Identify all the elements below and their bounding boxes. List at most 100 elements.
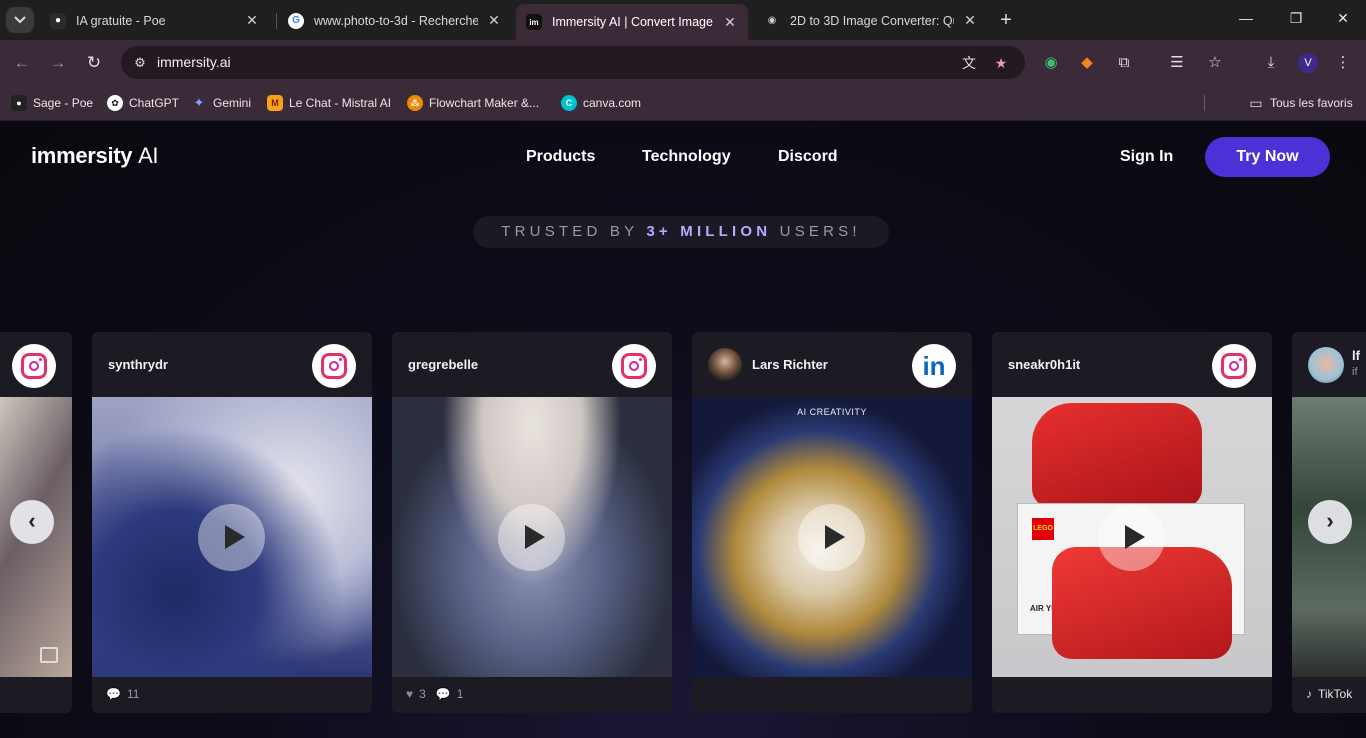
tab-title: 2D to 3D Image Converter: Quick (790, 13, 954, 28)
card-footer: ♥ 3 💬 1 (406, 687, 463, 701)
tab-title: Immersity AI | Convert Image and Video (552, 15, 714, 29)
card-username: gregrebelle (408, 357, 479, 372)
tab-search-button[interactable] (6, 7, 34, 33)
canva-icon: C (561, 95, 577, 111)
folder-icon: ▭ (1249, 94, 1263, 111)
bookmark-star-icon[interactable]: ★ (991, 53, 1011, 73)
chevron-down-icon (14, 16, 26, 24)
showcase-card[interactable]: Lars Richter in AI CREATIVITY (692, 332, 972, 713)
minimize-icon[interactable]: — (1236, 10, 1256, 26)
carousel-next-button[interactable]: › (1308, 500, 1352, 544)
nav-discord[interactable]: Discord (778, 148, 838, 166)
nav-products[interactable]: Products (526, 148, 595, 166)
gemini-icon: ✦ (193, 95, 205, 110)
card-media[interactable] (92, 397, 372, 677)
close-icon[interactable]: ✕ (244, 12, 260, 29)
showcase-card[interactable]: gregrebelle ♥ 3 💬 1 (392, 332, 672, 713)
chevron-left-icon: ‹ (28, 508, 36, 533)
restore-icon[interactable]: ❐ (1286, 10, 1306, 27)
bookmark-label: Flowchart Maker &... (429, 96, 540, 110)
bookmark-label: Tous les favoris (1270, 96, 1353, 110)
comment-icon: 💬 (106, 687, 121, 701)
chevron-right-icon: › (1326, 508, 1334, 533)
menu-kebab-icon[interactable]: ⋮ (1333, 53, 1353, 73)
card-media[interactable]: LEGO AIR YEEZY 2 (992, 397, 1272, 677)
reload-icon[interactable]: ↻ (83, 52, 105, 74)
play-icon[interactable] (198, 504, 265, 571)
bookmarks-bar: ● Sage - Poe ✿ ChatGPT ✦ Gemini M Le Cha… (0, 85, 1366, 121)
forward-icon[interactable]: → (47, 52, 69, 74)
all-bookmarks-folder[interactable]: ▭ Tous les favoris (1248, 94, 1353, 112)
card-username: lf (1352, 348, 1360, 363)
profile-avatar[interactable]: V (1298, 53, 1318, 73)
poe-icon: ● (11, 95, 27, 111)
card-footer: 💬 11 (106, 687, 139, 701)
bookmark-divider (1204, 95, 1205, 111)
reading-list-icon[interactable]: ☰ (1167, 53, 1187, 73)
lego-logo: LEGO (1032, 518, 1054, 540)
close-icon[interactable]: ✕ (486, 12, 502, 29)
close-icon[interactable]: ✕ (962, 12, 978, 29)
card-footer: ♪ TikTok (1306, 687, 1352, 701)
bookmark-label: Gemini (213, 96, 252, 110)
new-tab-button[interactable]: + (994, 9, 1018, 31)
tab-title: www.photo-to-3d - Recherche Google (314, 13, 478, 28)
bookmark-flowchart[interactable]: ⁂ Flowchart Maker &... (407, 94, 539, 112)
browser-toolbar: ← → ↻ ⚙ immersity.ai 文 ★ ◉ ◆ ⧉ ☰ ☆ ⤓ V ⋮ (0, 40, 1366, 85)
card-header: Lars Richter in (692, 332, 972, 397)
bookmark-label: Le Chat - Mistral AI (289, 96, 392, 110)
carousel-prev-button[interactable]: ‹ (10, 500, 54, 544)
favorites-icon[interactable]: ☆ (1205, 53, 1225, 73)
close-icon[interactable]: ✕ (722, 14, 738, 31)
download-icon[interactable]: ⤓ (1261, 53, 1281, 73)
play-icon[interactable] (798, 504, 865, 571)
nav-technology[interactable]: Technology (642, 148, 731, 166)
instagram-icon (1221, 353, 1247, 379)
address-bar[interactable]: ⚙ immersity.ai 文 ★ (121, 46, 1025, 79)
extensions-puzzle-icon[interactable]: ⧉ (1114, 53, 1134, 73)
tab-poe[interactable]: ● IA gratuite - Poe ✕ (40, 5, 270, 36)
metamask-icon[interactable]: ◆ (1077, 53, 1097, 73)
tab-converter[interactable]: ◉ 2D to 3D Image Converter: Quick ✕ (754, 5, 988, 36)
gallery-icon (40, 647, 58, 663)
bookmark-gemini[interactable]: ✦ Gemini (191, 94, 251, 112)
tab-immersity[interactable]: im Immersity AI | Convert Image and Vide… (516, 4, 748, 40)
extension-green-icon[interactable]: ◉ (1041, 53, 1061, 73)
tiktok-icon: ♪ (1306, 687, 1312, 701)
try-now-button[interactable]: Try Now (1205, 137, 1330, 177)
tab-google[interactable]: G www.photo-to-3d - Recherche Google ✕ (278, 5, 512, 36)
browser-tab-bar: ● IA gratuite - Poe ✕ G www.photo-to-3d … (0, 0, 1366, 40)
instagram-icon (21, 353, 47, 379)
showcase-card[interactable]: synthrydr 💬 11 (92, 332, 372, 713)
back-icon[interactable]: ← (11, 52, 33, 74)
trusted-highlight: 3+ MILLION (646, 223, 772, 240)
card-media[interactable] (392, 397, 672, 677)
bookmark-mistral[interactable]: M Le Chat - Mistral AI (267, 94, 391, 112)
tab-title: IA gratuite - Poe (76, 13, 166, 28)
close-window-icon[interactable]: ✕ (1333, 10, 1353, 27)
bookmark-canva[interactable]: C canva.com (561, 94, 641, 112)
play-icon[interactable] (498, 504, 565, 571)
bookmark-chatgpt[interactable]: ✿ ChatGPT (107, 94, 179, 112)
card-username: Lars Richter (752, 357, 828, 372)
immersity-page: immersity AI Products Technology Discord… (0, 121, 1366, 738)
avatar (1308, 347, 1344, 383)
bookmark-label: ChatGPT (129, 96, 180, 110)
web-icon: ◉ (767, 15, 777, 26)
play-icon[interactable] (1098, 504, 1165, 571)
linkedin-icon: in (922, 350, 946, 381)
bookmark-sage[interactable]: ● Sage - Poe (11, 94, 93, 112)
card-media[interactable]: AI CREATIVITY (692, 397, 972, 677)
card-header: lf if (1292, 332, 1366, 397)
sign-in-link[interactable]: Sign In (1120, 148, 1173, 166)
card-header: synthrydr (92, 332, 372, 397)
heart-icon: ♥ (406, 687, 414, 701)
instagram-badge (1212, 344, 1256, 388)
showcase-card[interactable]: sneakr0h1it LEGO AIR YEEZY 2 (992, 332, 1272, 713)
translate-icon[interactable]: 文 (959, 53, 979, 73)
site-logo[interactable]: immersity AI (31, 143, 159, 169)
url-text[interactable]: immersity.ai (157, 54, 231, 70)
trusted-banner: TRUSTED BY 3+ MILLION USERS! (473, 216, 889, 248)
site-settings-icon[interactable]: ⚙ (129, 52, 151, 74)
comment-count: 1 (456, 687, 464, 701)
